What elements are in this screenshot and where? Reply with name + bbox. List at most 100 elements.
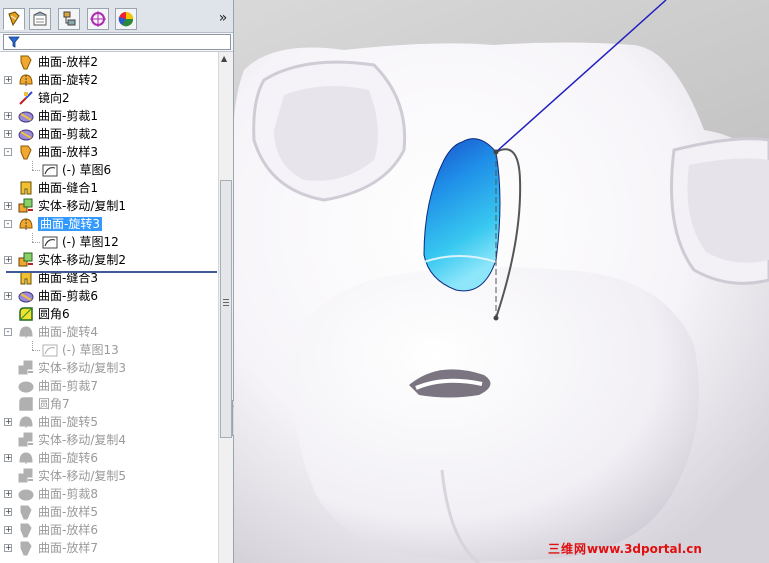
tree-item[interactable]: + 曲面-放样5 — [0, 503, 218, 521]
tree-item[interactable]: 圆角7 — [0, 395, 218, 413]
expand-toggle[interactable]: + — [4, 76, 12, 84]
tree-item[interactable]: + 曲面-剪裁2 — [0, 125, 218, 143]
tree-item[interactable]: + 曲面-旋转6 — [0, 449, 218, 467]
tree-item-label: (-) 草图13 — [62, 343, 119, 357]
expand-toggle[interactable]: + — [4, 112, 12, 120]
expand-panel-button[interactable]: » — [214, 8, 232, 28]
expand-toggle[interactable]: + — [4, 292, 12, 300]
move-copy-icon — [18, 360, 34, 376]
tree-scrollbar[interactable]: ▲ — [218, 52, 233, 563]
tree-item-label: 曲面-放样3 — [38, 145, 98, 159]
sketch-point-bottom[interactable] — [493, 315, 499, 321]
tree-item-label: (-) 草图6 — [62, 163, 112, 177]
tree-item[interactable]: + 曲面-旋转2 — [0, 71, 218, 89]
surface-revolve-icon — [18, 72, 34, 88]
filter-bar — [0, 33, 233, 52]
tab-configuration-manager[interactable] — [58, 8, 80, 30]
expand-toggle[interactable]: + — [4, 526, 12, 534]
tree-item-label: 曲面-剪裁1 — [38, 109, 98, 123]
tree-item-label: 实体-移动/复制2 — [38, 253, 127, 267]
watermark-url: www.3dportal.cn — [587, 542, 702, 556]
surface-revolve-icon — [18, 216, 34, 232]
tree-item-label: 曲面-旋转3 — [38, 217, 102, 231]
rollback-bar[interactable] — [6, 271, 217, 273]
move-copy-icon — [18, 468, 34, 484]
tree-item[interactable]: 圆角6 — [0, 305, 218, 323]
tree-item-label: 圆角6 — [38, 307, 70, 321]
tree-item[interactable]: + 实体-移动/复制2 — [0, 251, 218, 269]
tree-item-label: 曲面-旋转4 — [38, 325, 98, 339]
surface-revolve-icon — [18, 324, 34, 340]
tab-property-manager[interactable] — [29, 8, 51, 30]
sketch-icon — [42, 162, 58, 178]
watermark-prefix: 三维网 — [548, 542, 588, 556]
surface-loft-icon — [18, 144, 34, 160]
tab-dimxpert[interactable] — [87, 8, 109, 30]
fillet-icon — [18, 396, 34, 412]
tree-item[interactable]: + 曲面-放样7 — [0, 539, 218, 557]
tree-item[interactable]: 实体-移动/复制5 — [0, 467, 218, 485]
tree-item[interactable]: 曲面-放样2 — [0, 53, 218, 71]
scrollbar-thumb[interactable] — [220, 180, 232, 438]
surface-loft-icon — [18, 504, 34, 520]
display-manager-icon — [118, 12, 134, 27]
collapse-toggle[interactable]: - — [4, 220, 12, 228]
tree-item[interactable]: 曲面-剪裁7 — [0, 377, 218, 395]
tree-item-label: 曲面-剪裁2 — [38, 127, 98, 141]
expand-toggle[interactable]: + — [4, 544, 12, 552]
move-copy-icon — [18, 198, 34, 214]
surface-trim-icon — [18, 126, 34, 142]
tab-display-manager[interactable] — [115, 8, 137, 30]
muzzle-surface — [293, 266, 699, 561]
filter-input[interactable] — [3, 34, 231, 50]
filter-icon — [8, 36, 20, 48]
expand-toggle[interactable]: + — [4, 508, 12, 516]
sketch-icon — [42, 342, 58, 358]
sketch-point-top[interactable] — [493, 149, 499, 155]
surface-loft-icon — [18, 540, 34, 556]
tree-item[interactable]: - 曲面-旋转3 — [0, 215, 218, 233]
property-manager-icon — [33, 11, 47, 26]
tree-item[interactable]: - 曲面-放样3 — [0, 143, 218, 161]
tree-item[interactable]: + 曲面-剪裁6 — [0, 287, 218, 305]
tree-item[interactable]: - 曲面-旋转4 — [0, 323, 218, 341]
surface-trim-icon — [18, 108, 34, 124]
tree-item-label: 实体-移动/复制3 — [38, 361, 127, 375]
tree-item[interactable]: 实体-移动/复制3 — [0, 359, 218, 377]
tree-item[interactable]: (-) 草图6 — [0, 161, 218, 179]
tree-item[interactable]: + 曲面-剪裁8 — [0, 485, 218, 503]
tab-feature-manager[interactable] — [3, 8, 25, 30]
tree-item[interactable]: 镜向2 — [0, 89, 218, 107]
surface-revolve-icon — [18, 414, 34, 430]
tree-item[interactable]: + 曲面-剪裁1 — [0, 107, 218, 125]
collapse-toggle[interactable]: - — [4, 328, 12, 336]
tree-item[interactable]: + 曲面-旋转5 — [0, 413, 218, 431]
tree-item[interactable]: 实体-移动/复制4 — [0, 431, 218, 449]
tree-item[interactable]: (-) 草图12 — [0, 233, 218, 251]
expand-toggle[interactable]: + — [4, 202, 12, 210]
tree-item-label: 曲面-旋转2 — [38, 73, 98, 87]
expand-toggle[interactable]: + — [4, 130, 12, 138]
tree-item-label: 圆角7 — [38, 397, 70, 411]
surface-trim-icon — [18, 378, 34, 394]
move-copy-icon — [18, 432, 34, 448]
scroll-up-button[interactable]: ▲ — [221, 54, 227, 63]
collapse-toggle[interactable]: - — [4, 148, 12, 156]
expand-toggle[interactable]: + — [4, 256, 12, 264]
expand-toggle[interactable]: + — [4, 490, 12, 498]
fillet-icon — [18, 306, 34, 322]
feature-manager-panel: » 曲面-放样2 + 曲面-旋转2 镜向2 + 曲面-剪裁1 + 曲面-剪裁2 - 曲面-放样3 (… — [0, 0, 234, 563]
surface-revolve-icon — [18, 450, 34, 466]
tree-item[interactable]: + 曲面-放样6 — [0, 521, 218, 539]
tree-item[interactable]: (-) 草图13 — [0, 341, 218, 359]
surface-trim-icon — [18, 288, 34, 304]
tree-item-label: 曲面-放样7 — [38, 541, 98, 555]
tree-item[interactable]: 曲面-缝合1 — [0, 179, 218, 197]
surface-trim-icon — [18, 486, 34, 502]
expand-toggle[interactable]: + — [4, 418, 12, 426]
graphics-viewport[interactable] — [234, 0, 769, 563]
tree-item-label: 镜向2 — [38, 91, 70, 105]
expand-toggle[interactable]: + — [4, 454, 12, 462]
tree-item[interactable]: + 实体-移动/复制1 — [0, 197, 218, 215]
move-copy-icon — [18, 252, 34, 268]
